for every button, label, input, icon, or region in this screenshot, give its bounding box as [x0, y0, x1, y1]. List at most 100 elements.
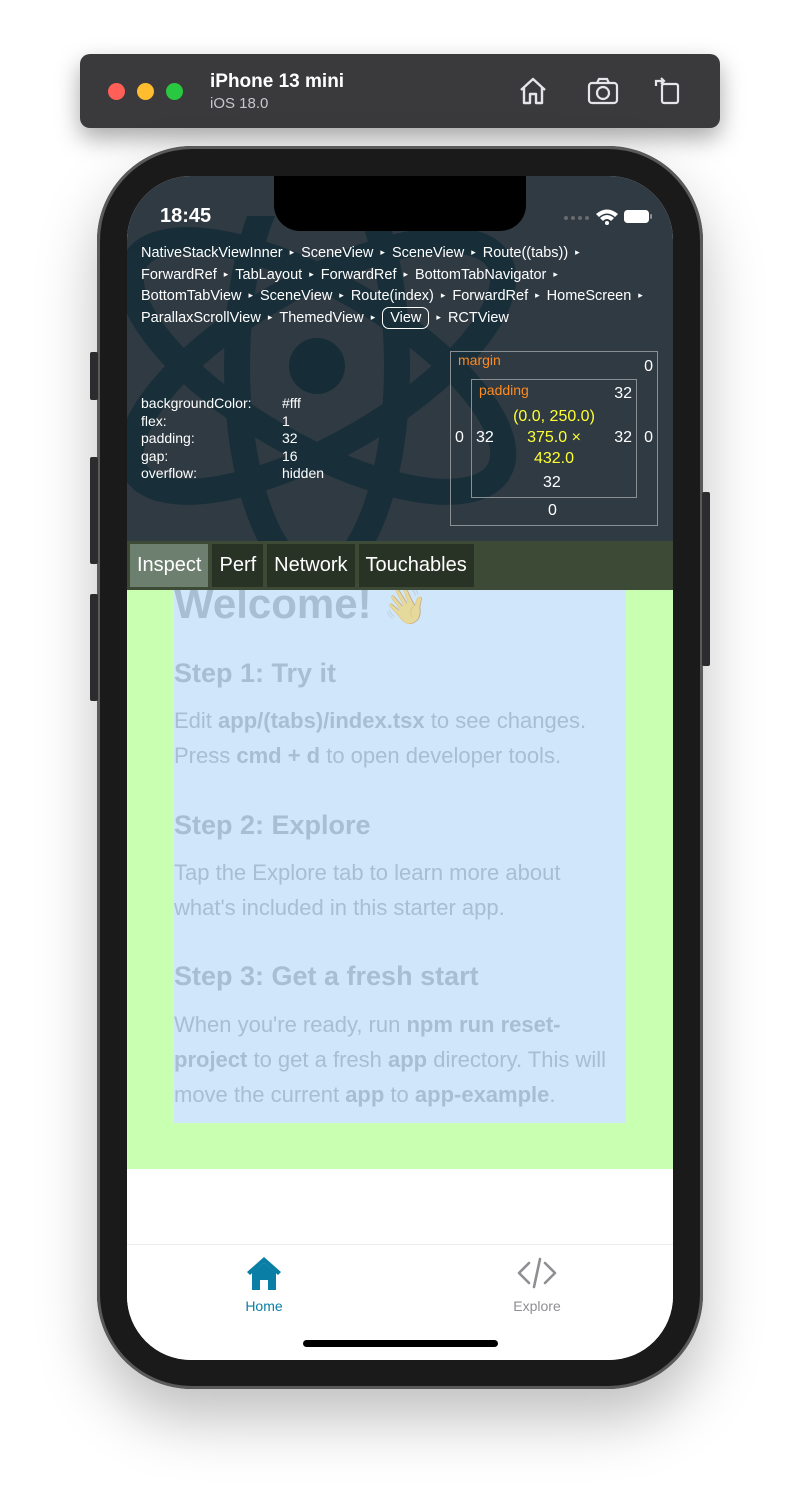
style-prop-key: overflow:: [141, 465, 198, 481]
battery-icon: [624, 210, 652, 223]
breadcrumb-item[interactable]: ThemedView: [279, 308, 363, 329]
breadcrumb-item[interactable]: Route((tabs)): [483, 243, 568, 264]
mute-switch: [90, 352, 98, 400]
notch: [274, 176, 526, 231]
tab-touchables[interactable]: Touchables: [358, 544, 474, 587]
style-prop-value: hidden: [282, 465, 325, 481]
highlighted-view-padding: Welcome! 👋 Step 1: Try it Edit app/(tabs…: [127, 580, 673, 1169]
padding-top-value: 32: [614, 385, 632, 402]
simulator-title-bar: iPhone 13 mini iOS 18.0: [80, 54, 720, 128]
rotate-icon: [654, 77, 680, 105]
breadcrumb-separator-icon: ▸: [223, 268, 229, 279]
breadcrumb-item[interactable]: View: [382, 306, 430, 329]
tab-perf[interactable]: Perf: [212, 544, 264, 587]
padding-label: padding: [479, 382, 529, 398]
status-time: 18:45: [160, 205, 212, 227]
signal-icon: [564, 216, 589, 220]
device-screen: 18:45 NativeStackViewInner ▸ SceneView ▸…: [127, 176, 673, 1360]
style-prop-row: gap: 16: [141, 448, 324, 466]
tab-explore-label: Explore: [513, 1298, 561, 1314]
step1-text: Edit app/(tabs)/index.tsx to see changes…: [174, 708, 587, 768]
style-prop-row: backgroundColor: #fff: [141, 395, 324, 413]
breadcrumb-item[interactable]: TabLayout: [235, 265, 302, 286]
breadcrumb-separator-icon: ▸: [370, 311, 376, 322]
breadcrumb-separator-icon: ▸: [575, 247, 580, 257]
style-prop-row: overflow: hidden: [141, 465, 324, 483]
volume-down-button: [90, 594, 98, 701]
breadcrumb-separator-icon: ▸: [436, 311, 441, 322]
breadcrumb-item[interactable]: ForwardRef: [321, 265, 397, 286]
highlighted-view-content: Welcome! 👋 Step 1: Try it Edit app/(tabs…: [174, 580, 626, 1123]
style-prop-row: flex: 1: [141, 413, 324, 431]
breadcrumb-separator-icon: ▸: [248, 290, 254, 300]
margin-label: margin: [458, 352, 501, 368]
breadcrumb-item[interactable]: SceneView: [301, 243, 373, 264]
step3-title: Step 3: Get a fresh start: [174, 961, 479, 991]
breadcrumb-separator-icon: ▸: [638, 290, 643, 300]
breadcrumb-item[interactable]: BottomTabView: [141, 286, 241, 307]
breadcrumb-item[interactable]: RCTView: [448, 308, 509, 329]
element-size-line2: 432.0: [533, 450, 575, 467]
breadcrumb-separator-icon: ▸: [339, 290, 344, 300]
status-icons: [563, 206, 653, 231]
volume-up-button: [90, 457, 98, 564]
breadcrumb-item[interactable]: ParallaxScrollView: [141, 308, 261, 329]
zoom-window-button[interactable]: [166, 83, 183, 100]
breadcrumb-separator-icon: ▸: [403, 268, 409, 279]
tab-network[interactable]: Network: [267, 544, 355, 587]
breadcrumb-item[interactable]: Route(index): [351, 286, 434, 307]
breadcrumb-item[interactable]: NativeStackViewInner: [141, 243, 283, 264]
screenshot-button[interactable]: [586, 74, 620, 108]
padding-right-value: 32: [614, 429, 632, 446]
breadcrumb-item[interactable]: ForwardRef: [141, 265, 217, 286]
tab-home-label: Home: [245, 1298, 283, 1314]
style-prop-key: gap:: [141, 447, 169, 464]
element-dimensions: (0.0, 250.0) 375.0 × 432.0: [498, 406, 610, 469]
inspector-tab-bar: Inspect Perf Network Touchables: [127, 541, 673, 590]
breadcrumb-separator-icon: ▸: [440, 290, 446, 300]
style-props: backgroundColor: #fff flex: 1 padding: 32 gap:…: [141, 395, 324, 483]
minimize-window-button[interactable]: [137, 83, 154, 100]
breadcrumb-separator-icon: ▸: [309, 268, 314, 279]
breadcrumb-item[interactable]: ForwardRef: [452, 286, 528, 307]
element-size-line1: 375.0 ×: [527, 429, 581, 446]
style-prop-key: backgroundColor:: [141, 395, 252, 411]
padding-bottom-value: 32: [543, 474, 561, 491]
breadcrumb-separator-icon: ▸: [267, 311, 273, 322]
wave-emoji: 👋: [383, 585, 429, 626]
close-window-button[interactable]: [108, 83, 125, 100]
margin-top-value: 0: [644, 358, 653, 375]
element-position: (0.0, 250.0): [513, 408, 595, 425]
wifi-icon: [596, 209, 618, 225]
breadcrumb-separator-icon: ▸: [289, 247, 295, 257]
margin-left-value: 0: [455, 429, 464, 446]
power-button: [702, 492, 710, 666]
os-version: iOS 18.0: [210, 95, 269, 112]
step2-text: Tap the Explore tab to learn more about …: [174, 860, 561, 920]
home-icon: [247, 1257, 281, 1290]
tab-home[interactable]: Home: [184, 1253, 344, 1314]
style-prop-value: #fff: [282, 395, 301, 411]
breadcrumb-item[interactable]: HomeScreen: [547, 286, 632, 307]
padding-left-value: 32: [476, 429, 494, 446]
step2-title: Step 2: Explore: [174, 810, 371, 840]
style-prop-key: flex:: [141, 412, 167, 429]
margin-right-value: 0: [644, 429, 653, 446]
step1-title: Step 1: Try it: [174, 658, 337, 688]
tab-inspect[interactable]: Inspect: [130, 544, 209, 587]
style-prop-row: padding: 32: [141, 430, 324, 448]
breadcrumb-item[interactable]: SceneView: [260, 286, 332, 307]
margin-bottom-value: 0: [548, 502, 557, 519]
home-button[interactable]: [516, 74, 550, 108]
rotate-button[interactable]: [652, 74, 686, 108]
home-icon: [520, 77, 546, 105]
step3-text: When you're ready, run npm run reset-pro…: [174, 1012, 607, 1107]
breadcrumb-item[interactable]: BottomTabNavigator: [415, 265, 546, 286]
component-breadcrumbs: NativeStackViewInner ▸ SceneView ▸ SceneView…: [141, 242, 661, 329]
style-prop-value: 32: [282, 430, 298, 446]
breadcrumb-item[interactable]: SceneView: [392, 243, 464, 264]
breadcrumb-separator-icon: ▸: [553, 268, 558, 279]
style-prop-value: 16: [282, 447, 298, 464]
tab-explore[interactable]: Explore: [457, 1253, 617, 1314]
style-prop-value: 1: [282, 412, 290, 429]
